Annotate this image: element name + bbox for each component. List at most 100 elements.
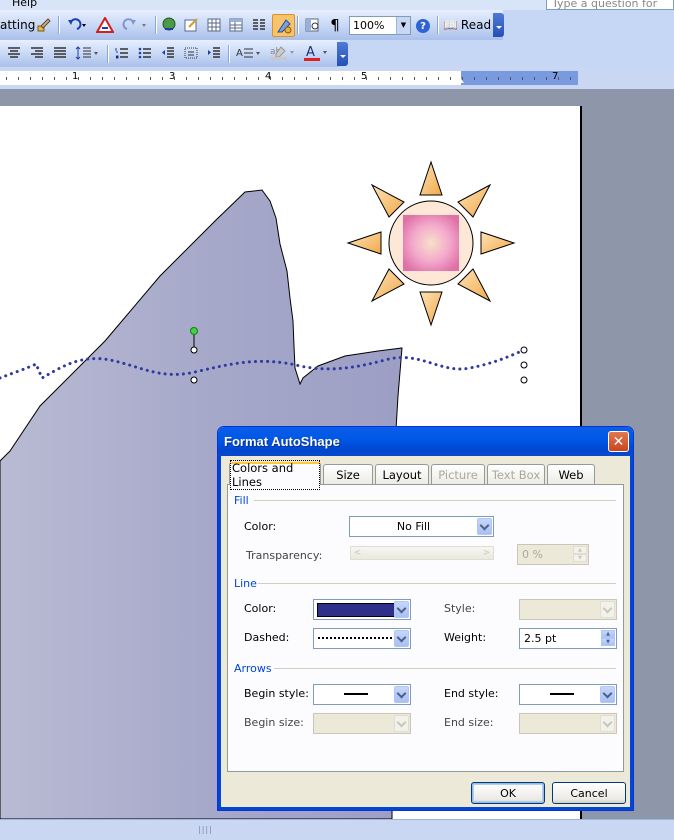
help-menu[interactable]: Help [12, 0, 37, 9]
transparency-label: Transparency: [246, 549, 323, 562]
zoom-select[interactable]: 100% ▼ [349, 16, 411, 35]
tab-web[interactable]: Web [547, 464, 595, 484]
document-map-icon[interactable] [302, 14, 322, 36]
close-icon: ✕ [612, 433, 625, 450]
cancel-button[interactable]: Cancel [552, 782, 626, 804]
chevron-down-icon[interactable] [477, 518, 492, 535]
right-indent-marker[interactable] [454, 76, 464, 83]
highlight-icon[interactable]: ab [267, 42, 299, 64]
justify-icon[interactable] [50, 42, 70, 64]
ruler-tick [162, 77, 163, 80]
ruler-tick [522, 77, 523, 80]
tab-layout[interactable]: Layout [375, 464, 429, 484]
drawing-icon[interactable] [272, 14, 295, 37]
line-color-select[interactable] [313, 599, 411, 620]
ruler-tick [186, 77, 187, 80]
font-color-icon[interactable]: A [301, 42, 331, 64]
line-color-label: Color: [244, 602, 277, 615]
selection-handle[interactable] [190, 376, 198, 384]
zoom-value: 100% [353, 19, 385, 32]
ruler-tick [126, 77, 127, 80]
line-spacing-icon[interactable] [73, 42, 103, 64]
outside-border-icon[interactable] [181, 42, 201, 64]
redo-icon[interactable] [118, 14, 152, 36]
ruler-tick [450, 77, 451, 80]
group-divider [254, 500, 616, 501]
ruler-tick [90, 77, 91, 80]
spin-up-icon[interactable]: ▲ [601, 630, 615, 638]
format-painter-icon[interactable] [34, 14, 54, 36]
insert-table-icon[interactable] [204, 14, 224, 36]
dialog-titlebar[interactable]: Format AutoShape ✕ [218, 427, 633, 456]
selection-handle[interactable] [520, 346, 528, 354]
ruler-tick [150, 77, 151, 80]
begin-style-select[interactable] [313, 684, 411, 705]
close-button[interactable]: ✕ [608, 431, 629, 452]
show-hide-icon[interactable]: ¶ [326, 14, 344, 36]
help-icon: ? [416, 19, 430, 33]
toolbar-options-handle[interactable] [337, 42, 348, 66]
read-icon: 📖 [442, 18, 458, 32]
toolbar-separator [107, 45, 109, 63]
dialog-border [218, 456, 221, 810]
ruler-tick [558, 77, 559, 80]
selection-handle[interactable] [190, 346, 198, 354]
menu-bar: Help Type a question for help [0, 0, 674, 10]
hyperlink-icon[interactable] [159, 14, 179, 36]
read-label: Read [460, 18, 492, 32]
insert-excel-icon[interactable] [226, 14, 246, 36]
border-style-icon[interactable]: A [233, 42, 265, 64]
chevron-down-icon[interactable] [600, 686, 615, 703]
spin-up-icon: ▲ [573, 546, 587, 554]
horizontal-scrollbar[interactable] [0, 819, 674, 840]
ruler-tick [306, 77, 307, 80]
tab-size[interactable]: Size [323, 464, 373, 484]
end-style-label: End style: [444, 687, 499, 700]
rotation-handle[interactable] [190, 327, 198, 335]
redline-icon[interactable] [94, 14, 116, 36]
chevron-down-icon[interactable] [394, 630, 409, 647]
ask-question-box[interactable]: Type a question for help [546, 0, 674, 10]
ruler-tick [6, 77, 7, 80]
ruler-tick [330, 77, 331, 80]
chevron-down-icon[interactable] [394, 601, 409, 618]
increase-indent-icon[interactable] [204, 42, 224, 64]
toolbar-separator [155, 16, 157, 34]
chevron-down-icon[interactable]: ▼ [396, 17, 410, 34]
align-right-icon[interactable] [27, 42, 47, 64]
tables-borders-icon[interactable] [181, 14, 201, 36]
weight-spinner[interactable]: 2.5 pt ▲ ▼ [519, 628, 617, 649]
dashed-select[interactable] [313, 628, 411, 649]
transparency-spinner: 0 % ▲ ▼ [517, 544, 589, 565]
ruler-tick [414, 77, 415, 80]
tab-text-box: Text Box [487, 464, 545, 484]
read-button[interactable]: 📖 Read [443, 14, 491, 36]
undo-icon[interactable] [62, 14, 90, 36]
weight-label: Weight: [444, 631, 487, 644]
columns-icon[interactable] [249, 14, 269, 36]
decrease-indent-icon[interactable] [158, 42, 178, 64]
ok-button[interactable]: OK [471, 782, 545, 804]
numbering-icon[interactable] [112, 42, 132, 64]
ruler-tick [570, 77, 571, 80]
selection-handle[interactable] [520, 361, 528, 369]
tab-colors-and-lines[interactable]: Colors and Lines [229, 459, 321, 490]
sun-shape[interactable] [346, 160, 516, 327]
scroll-grip[interactable]: |||| [198, 825, 213, 834]
chevron-down-icon [600, 601, 615, 618]
ruler-tick [486, 77, 487, 80]
help-button[interactable]: ? [415, 15, 431, 37]
line-color-swatch [317, 603, 395, 617]
fill-color-select[interactable]: No Fill [349, 516, 494, 537]
bullets-icon[interactable] [135, 42, 155, 64]
chevron-down-icon[interactable] [394, 686, 409, 703]
ruler-tick [546, 77, 547, 80]
toolbar-options-handle[interactable] [493, 13, 504, 37]
align-center-icon[interactable] [4, 42, 24, 64]
group-divider [274, 668, 616, 669]
ruler-tick [114, 77, 115, 80]
selection-handle[interactable] [520, 376, 528, 384]
end-style-select[interactable] [519, 684, 617, 705]
chevron-down-icon [394, 715, 409, 732]
spin-down-icon[interactable]: ▼ [601, 638, 615, 646]
